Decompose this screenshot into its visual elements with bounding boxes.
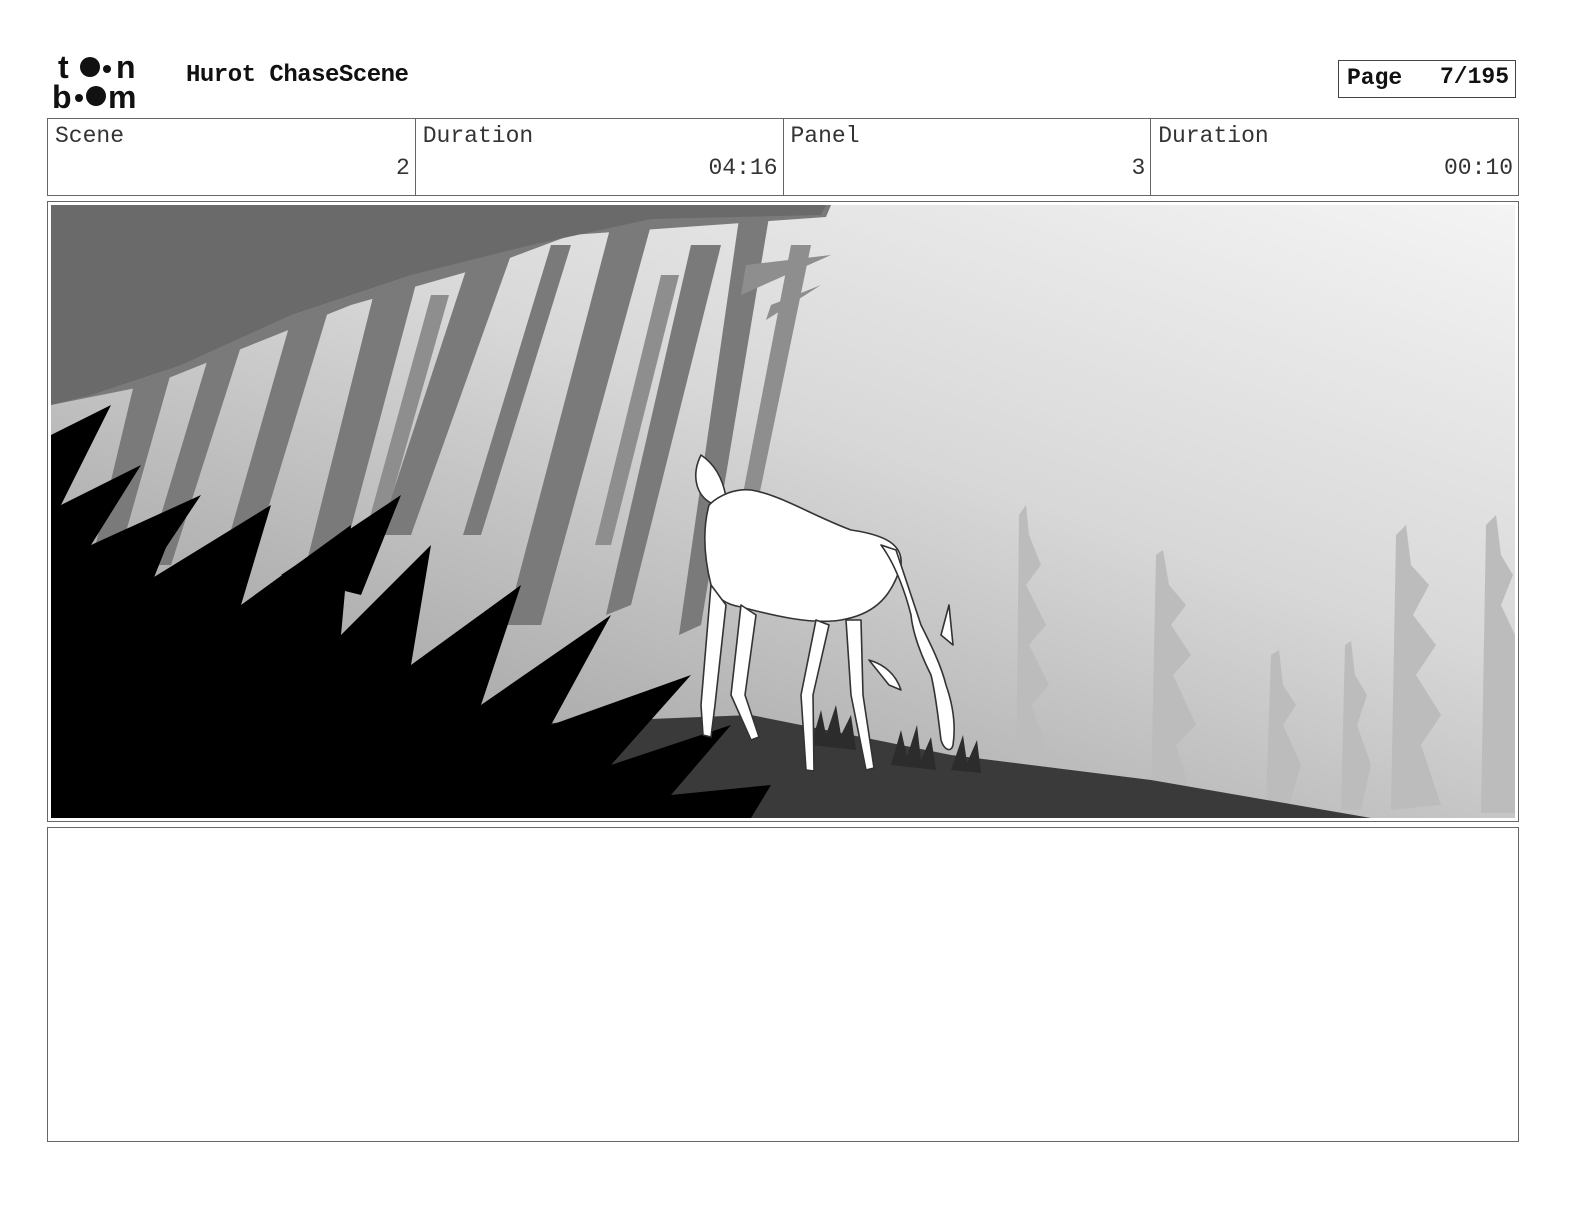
scene-label: Scene (55, 123, 125, 149)
panel-notes-box (47, 827, 1519, 1142)
svg-text:b: b (52, 79, 72, 112)
scene-duration-value: 04:16 (708, 155, 778, 181)
scene-duration-cell: Duration 04:16 (416, 119, 784, 195)
scene-cell: Scene 2 (48, 119, 416, 195)
panel-value: 3 (1131, 155, 1146, 181)
scene-duration-label: Duration (422, 123, 534, 149)
page-number: 7/195 (1439, 64, 1509, 90)
panel-label: Panel (790, 123, 860, 149)
page-indicator: Page 7/195 (1338, 60, 1516, 98)
scene-info-row: Scene 2 Duration 04:16 Panel 3 Duration … (47, 118, 1519, 196)
panel-cell: Panel 3 (784, 119, 1152, 195)
document-title: Hurot ChaseScene (186, 62, 409, 89)
svg-text:m: m (108, 79, 136, 112)
panel-duration-cell: Duration 00:10 (1151, 119, 1518, 195)
toon-boom-logo: t n b m (52, 50, 136, 112)
scene-value: 2 (395, 155, 410, 181)
storyboard-panel-image (51, 205, 1515, 818)
panel-duration-label: Duration (1158, 123, 1269, 149)
page-label: Page (1347, 65, 1403, 91)
panel-duration-value: 00:10 (1443, 155, 1513, 181)
